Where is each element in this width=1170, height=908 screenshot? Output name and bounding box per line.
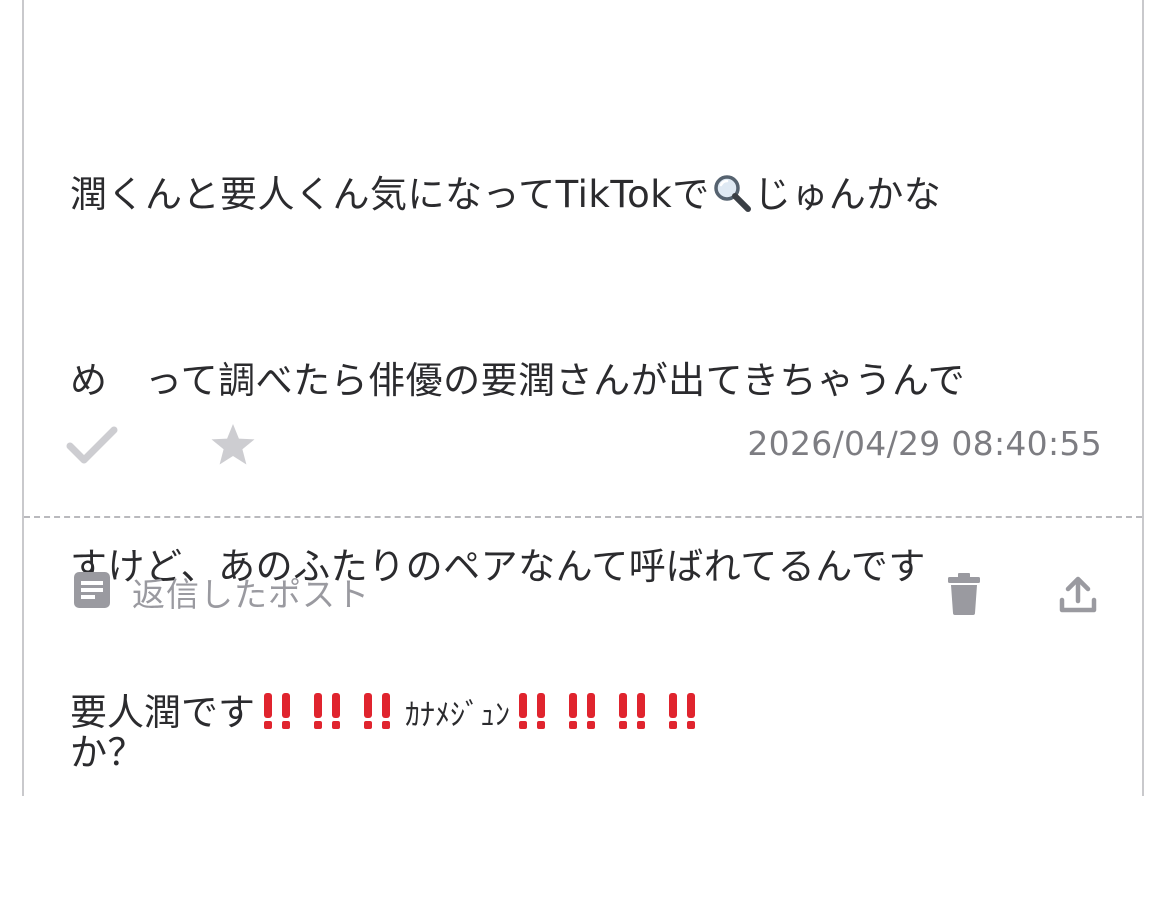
reply-header-label: 返信したポスト xyxy=(132,575,370,614)
double-exclamation-icon xyxy=(358,693,402,738)
question-line-1-before: 潤くんと要人くん気になってTikTokで xyxy=(70,173,710,216)
question-line-2: め って調べたら俳優の要潤さんが出てきちゃうんで xyxy=(70,359,966,402)
reply-text: 要人潤です ｶﾅﾒｼﾞｭﾝ xyxy=(70,682,710,738)
check-icon[interactable] xyxy=(64,420,120,474)
double-exclamation-icon xyxy=(663,693,707,738)
question-line-1: 潤くんと要人くん気になってTikTokで じゅんかな xyxy=(70,164,1070,226)
question-text: 潤くんと要人くん気になってTikTokで じゅんかな め って調べたら俳優の要潤… xyxy=(70,40,1070,908)
question-line-1-after: じゅんかな xyxy=(753,173,942,216)
section-divider xyxy=(24,516,1142,518)
magnifying-glass-icon xyxy=(712,170,752,212)
star-icon[interactable] xyxy=(208,420,258,474)
post-timestamp: 2026/04/29 08:40:55 xyxy=(747,424,1102,463)
double-exclamation-icon xyxy=(258,693,302,738)
reply-header: 返信したポスト xyxy=(72,568,370,616)
double-exclamation-icon xyxy=(513,693,557,738)
double-exclamation-icon xyxy=(563,693,607,738)
reply-text-kana: ｶﾅﾒｼﾞｭﾝ xyxy=(405,698,510,733)
double-exclamation-icon xyxy=(308,693,352,738)
document-icon xyxy=(72,570,112,614)
reply-text-main: 要人潤です xyxy=(70,691,255,734)
double-exclamation-icon xyxy=(613,693,657,738)
share-icon[interactable] xyxy=(1058,574,1098,618)
post-card: 潤くんと要人くん気になってTikTokで じゅんかな め って調べたら俳優の要潤… xyxy=(22,0,1144,796)
trash-icon[interactable] xyxy=(944,572,984,620)
